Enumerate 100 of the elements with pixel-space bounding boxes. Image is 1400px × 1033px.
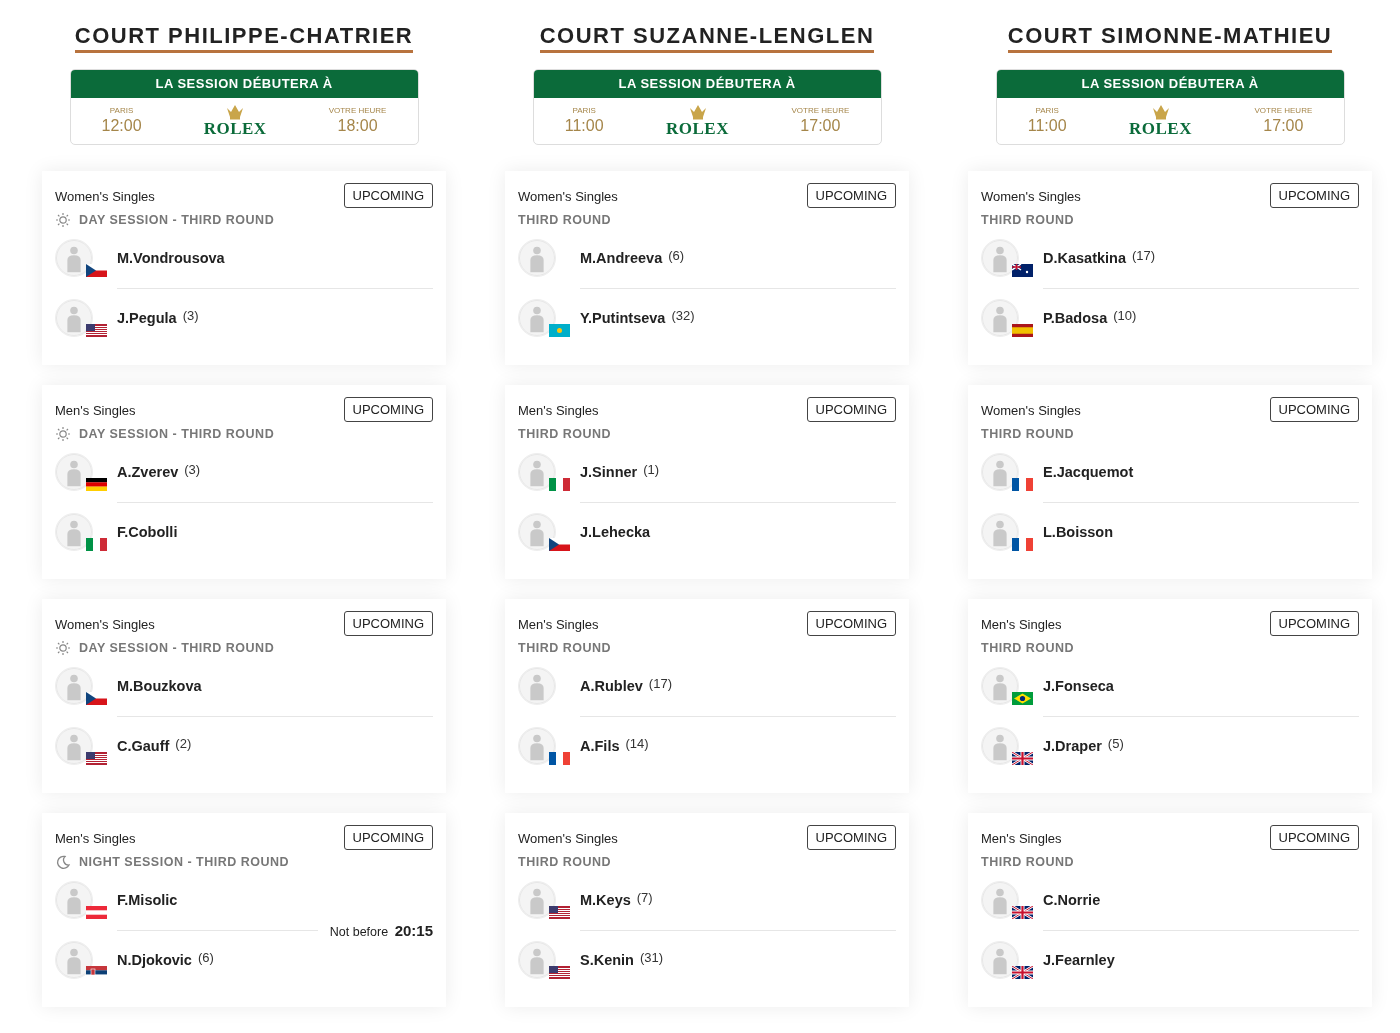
player-seed: (2) bbox=[175, 735, 192, 753]
player-photo-placeholder bbox=[55, 512, 93, 551]
player-photo-placeholder bbox=[55, 298, 93, 337]
player-seed: (17) bbox=[648, 675, 672, 693]
match-category: Women's Singles bbox=[55, 615, 155, 634]
not-before-time: Not before 20:15 bbox=[329, 920, 433, 941]
player-photo-placeholder bbox=[518, 880, 556, 919]
player-name: L.Boisson bbox=[1043, 522, 1114, 542]
player-seed: (6) bbox=[197, 949, 214, 967]
player-name: S.Kenin bbox=[580, 950, 634, 970]
round-label: THIRD ROUND bbox=[518, 639, 611, 657]
round-label: THIRD ROUND bbox=[518, 425, 611, 443]
player-name: E.Jacquemot bbox=[1043, 462, 1134, 482]
player-name: A.Rublev bbox=[580, 676, 643, 696]
match-category: Women's Singles bbox=[518, 829, 618, 848]
player-photo-placeholder bbox=[55, 452, 93, 491]
your-time: 17:00 bbox=[799, 116, 842, 135]
player-name: J.Fearnley bbox=[1043, 950, 1115, 970]
flag-icon bbox=[86, 905, 107, 919]
status-button[interactable]: UPCOMING bbox=[806, 610, 896, 636]
flag-icon bbox=[549, 477, 570, 491]
player-photo-placeholder bbox=[981, 238, 1019, 277]
player-photo-placeholder bbox=[518, 940, 556, 979]
player-seed: (17) bbox=[1132, 247, 1156, 265]
sun-icon bbox=[55, 425, 71, 442]
flag-icon bbox=[1012, 477, 1033, 491]
session-start-heading: LA SESSION DÉBUTERA À bbox=[996, 70, 1344, 98]
match-category: Men's Singles bbox=[55, 829, 136, 848]
player-name: Y.Putintseva bbox=[580, 308, 666, 328]
court-title: COURT SIMONNE-MATHIEU bbox=[1007, 22, 1333, 53]
flag-icon bbox=[86, 323, 107, 337]
status-button[interactable]: UPCOMING bbox=[1269, 182, 1359, 208]
player-name: P.Badosa bbox=[1043, 308, 1108, 328]
player-photo-placeholder bbox=[981, 880, 1019, 919]
flag-icon bbox=[1012, 965, 1033, 979]
status-button[interactable]: UPCOMING bbox=[1269, 610, 1359, 636]
flag-icon bbox=[549, 905, 570, 919]
local-time: 11:00 bbox=[1027, 116, 1067, 135]
round-label: DAY SESSION - THIRD ROUND bbox=[79, 211, 275, 229]
court-title: COURT SUZANNE-LENGLEN bbox=[539, 22, 875, 53]
your-time-label: VOTRE HEURE bbox=[791, 104, 850, 117]
player-photo-placeholder bbox=[981, 726, 1019, 765]
court-title: COURT PHILIPPE-CHATRIER bbox=[74, 22, 414, 53]
local-time-label: PARIS bbox=[571, 104, 597, 117]
player-seed: (10) bbox=[1113, 307, 1137, 325]
round-label: THIRD ROUND bbox=[518, 211, 611, 229]
status-button[interactable]: UPCOMING bbox=[343, 610, 433, 636]
player-photo-placeholder bbox=[981, 940, 1019, 979]
round-label: THIRD ROUND bbox=[981, 425, 1074, 443]
local-time: 11:00 bbox=[564, 116, 604, 135]
player-seed: (5) bbox=[1107, 735, 1124, 753]
flag-icon bbox=[86, 537, 107, 551]
status-button[interactable]: UPCOMING bbox=[806, 396, 896, 422]
status-button[interactable]: UPCOMING bbox=[806, 824, 896, 850]
status-button[interactable]: UPCOMING bbox=[343, 182, 433, 208]
player-photo-placeholder bbox=[518, 238, 556, 277]
match-category: Men's Singles bbox=[518, 615, 599, 634]
round-label: THIRD ROUND bbox=[981, 853, 1074, 871]
player-name: M.Bouzkova bbox=[117, 676, 202, 696]
your-time-label: VOTRE HEURE bbox=[328, 104, 387, 117]
session-start-heading: LA SESSION DÉBUTERA À bbox=[533, 70, 881, 98]
player-photo-placeholder bbox=[518, 666, 556, 705]
player-name: J.Pegula bbox=[117, 308, 177, 328]
flag-icon bbox=[86, 477, 107, 491]
player-name: M.Vondrousova bbox=[117, 248, 225, 268]
status-button[interactable]: UPCOMING bbox=[1269, 824, 1359, 850]
player-seed: (31) bbox=[640, 949, 664, 967]
player-name: C.Norrie bbox=[1043, 890, 1101, 910]
match-category: Men's Singles bbox=[981, 615, 1062, 634]
status-button[interactable]: UPCOMING bbox=[806, 182, 896, 208]
status-button[interactable]: UPCOMING bbox=[343, 824, 433, 850]
session-start-heading: LA SESSION DÉBUTERA À bbox=[70, 70, 418, 98]
match-category: Women's Singles bbox=[981, 187, 1081, 206]
player-photo-placeholder bbox=[518, 512, 556, 551]
player-name: D.Kasatkina bbox=[1043, 248, 1126, 268]
flag-icon bbox=[1012, 751, 1033, 765]
player-photo-placeholder bbox=[55, 726, 93, 765]
round-label: NIGHT SESSION - THIRD ROUND bbox=[79, 853, 290, 871]
flag-icon bbox=[86, 751, 107, 765]
status-button[interactable]: UPCOMING bbox=[1269, 396, 1359, 422]
status-button[interactable]: UPCOMING bbox=[343, 396, 433, 422]
flag-icon bbox=[1012, 323, 1033, 337]
player-name: F.Cobolli bbox=[117, 522, 178, 542]
player-seed: (32) bbox=[671, 307, 695, 325]
flag-icon bbox=[549, 323, 570, 337]
round-label: DAY SESSION - THIRD ROUND bbox=[79, 639, 275, 657]
player-photo-placeholder bbox=[55, 666, 93, 705]
match-category: Men's Singles bbox=[518, 401, 599, 420]
player-name: J.Draper bbox=[1043, 736, 1102, 756]
flag-icon bbox=[549, 965, 570, 979]
flag-icon bbox=[1012, 905, 1033, 919]
flag-icon bbox=[86, 263, 107, 277]
brand-logo-text: ROLEX bbox=[203, 119, 267, 138]
player-seed: (3) bbox=[182, 307, 199, 325]
match-category: Women's Singles bbox=[518, 187, 618, 206]
player-name: M.Keys bbox=[580, 890, 631, 910]
local-time-label: PARIS bbox=[108, 104, 135, 117]
player-photo-placeholder bbox=[981, 298, 1019, 337]
player-name: A.Fils bbox=[580, 736, 620, 756]
player-name: J.Lehecka bbox=[580, 522, 651, 542]
